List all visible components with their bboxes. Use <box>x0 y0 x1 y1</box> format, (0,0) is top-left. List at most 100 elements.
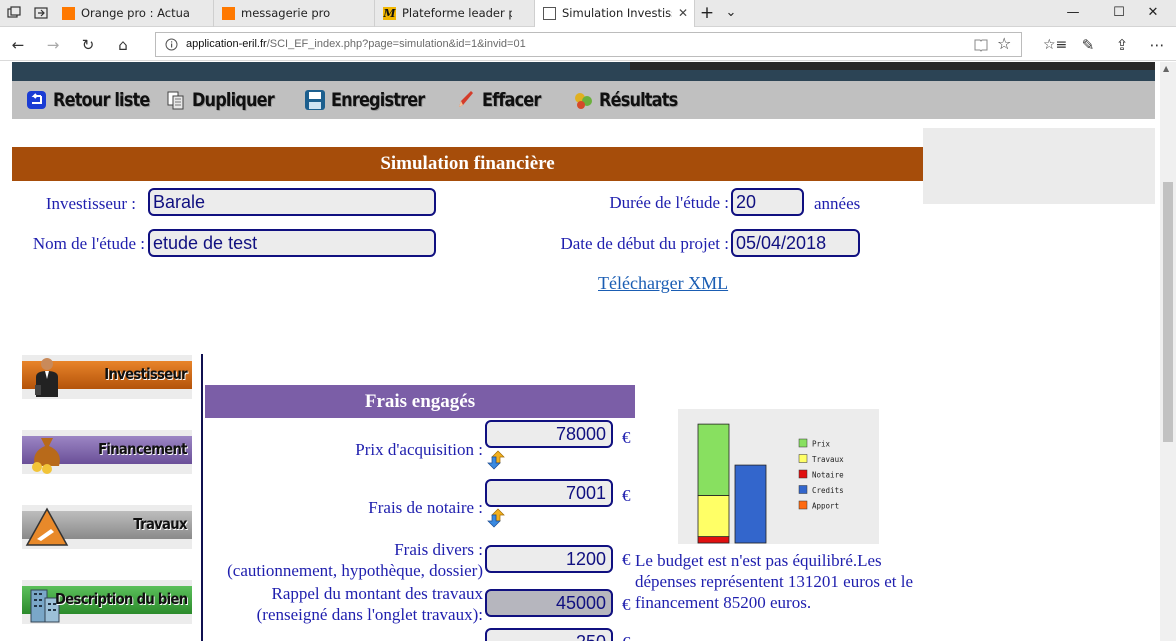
currency-symbol: € <box>622 595 631 614</box>
browser-tab-3[interactable]: M Plateforme leader pour vos <box>375 0 535 27</box>
browser-tab-1[interactable]: Orange pro : Actualités, Bou <box>54 0 214 27</box>
scrollbar-thumb[interactable] <box>1163 182 1173 442</box>
row-label-line: Frais divers : <box>394 540 483 559</box>
url-input[interactable]: application-eril.fr/SCI_EF_index.php?pag… <box>155 32 1022 57</box>
duplicate-icon <box>167 91 184 110</box>
frais-row-5-input[interactable]: 250 <box>485 628 613 641</box>
side-nav-label: Description du bien <box>54 590 188 608</box>
currency-symbol: € <box>622 428 631 447</box>
erase-button[interactable]: Effacer <box>455 86 551 114</box>
tab-label: Simulation Investisseme <box>562 6 672 20</box>
tab-label: messagerie pro <box>241 6 331 20</box>
close-tab-icon[interactable]: ✕ <box>678 0 688 27</box>
currency-symbol: € <box>622 486 631 505</box>
tab-list-chevron-icon[interactable]: ⌄ <box>720 0 742 27</box>
results-icon <box>575 93 592 109</box>
web-note-pen-icon[interactable]: ✎ <box>1078 35 1098 55</box>
back-to-list-button[interactable]: Retour liste <box>26 86 166 114</box>
bar-segment-credits <box>734 464 767 544</box>
duree-unit: années <box>814 194 861 213</box>
url-host: application-eril.fr <box>186 38 267 50</box>
refresh-icon[interactable]: ↻ <box>78 35 98 55</box>
more-menu-icon[interactable]: ⋯ <box>1147 35 1167 55</box>
bar-segment-prix <box>697 423 730 496</box>
orange-favicon-icon <box>222 7 235 20</box>
legend-label: Credits <box>812 486 844 495</box>
bar-segment-notaire <box>697 536 730 544</box>
back-arrow-icon[interactable]: ← <box>8 35 28 55</box>
side-nav-travaux[interactable]: Travaux <box>22 505 192 549</box>
currency-symbol: € <box>622 550 631 569</box>
page-favicon-icon <box>543 7 556 20</box>
legend-label: Prix <box>812 440 831 449</box>
home-icon[interactable]: ⌂ <box>113 35 133 55</box>
results-button[interactable]: Résultats <box>572 86 691 114</box>
set-aside-tabs-icon[interactable] <box>34 6 48 20</box>
toolbar-label: Dupliquer <box>192 89 275 111</box>
row-label-line: Rappel du montant des travaux <box>271 584 483 603</box>
date-debut-input[interactable]: 05/04/2018 <box>731 229 860 257</box>
favorite-star-icon[interactable]: ☆ <box>997 34 1011 53</box>
url-text: application-eril.fr/SCI_EF_index.php?pag… <box>186 33 526 56</box>
side-nav-investisseur[interactable]: Investisseur <box>22 355 192 399</box>
prix-acquisition-label: Prix d'acquisition : <box>355 439 483 460</box>
legend-label: Apport <box>812 502 839 511</box>
legend-label: Travaux <box>812 455 844 464</box>
save-button[interactable]: Enregistrer <box>304 86 441 114</box>
browser-tab-bar: Orange pro : Actualités, Bou messagerie … <box>0 0 1176 27</box>
browser-tab-2[interactable]: messagerie pro <box>214 0 375 27</box>
simulation-header: Simulation financière <box>12 147 923 181</box>
save-icon <box>305 90 325 110</box>
frais-divers-input[interactable]: 1200 <box>485 545 613 573</box>
legend-label: Notaire <box>812 471 844 480</box>
budget-chart-svg: Prix Travaux Notaire Credits Apport <box>697 423 844 544</box>
download-xml-link[interactable]: Télécharger XML <box>598 273 728 294</box>
row-label-line: (cautionnement, hypothèque, dossier) <box>227 561 483 580</box>
legend-swatch <box>798 469 808 479</box>
tab-label: Plateforme leader pour vos <box>402 6 512 20</box>
row-label-line: Frais de notaire : <box>368 498 483 517</box>
legend-swatch <box>798 485 808 494</box>
info-icon[interactable] <box>165 38 178 51</box>
budget-chart: Prix Travaux Notaire Credits Apport <box>678 409 879 544</box>
forward-arrow-icon[interactable]: → <box>43 35 63 55</box>
nom-etude-input[interactable]: etude de test <box>148 229 436 257</box>
minimize-button[interactable]: — <box>1050 0 1096 27</box>
investor-icon <box>35 358 58 397</box>
erase-icon <box>459 91 473 107</box>
favorites-hub-icon[interactable]: ☆≡ <box>1043 35 1067 55</box>
legend-swatch <box>798 454 808 463</box>
duree-label: Durée de l'étude : <box>609 193 729 212</box>
duplicate-button[interactable]: Dupliquer <box>165 86 288 114</box>
duree-input[interactable]: 20 <box>731 188 804 216</box>
reading-view-icon[interactable] <box>974 38 988 52</box>
row-label-line: Prix d'acquisition : <box>355 440 483 459</box>
side-nav-divider <box>201 354 203 641</box>
calc-arrows-icon[interactable] <box>485 508 507 528</box>
tab-actions-icon[interactable] <box>7 6 21 20</box>
nom-etude-label: Nom de l'étude : <box>32 234 145 253</box>
currency-symbol: € <box>622 633 631 641</box>
works-warning-icon <box>25 507 69 546</box>
close-window-button[interactable]: ✕ <box>1130 0 1176 27</box>
toolbar-label: Résultats <box>599 89 678 111</box>
side-nav-label: Travaux <box>133 515 188 533</box>
calc-arrows-icon[interactable] <box>485 450 507 470</box>
date-debut-label: Date de début du projet : <box>560 234 729 253</box>
url-path: /SCI_EF_index.php?page=simulation&id=1&i… <box>266 38 526 50</box>
row-label-line: (renseigné dans l'onglet travaux): <box>256 605 483 624</box>
prix-acquisition-input[interactable]: 78000 <box>485 420 613 448</box>
browser-tab-active[interactable]: Simulation Investisseme ✕ <box>535 0 695 27</box>
investisseur-input[interactable]: Barale <box>148 188 436 216</box>
montant-travaux-label: Rappel du montant des travaux (renseigné… <box>257 583 483 625</box>
share-icon[interactable]: ⇪ <box>1112 35 1132 55</box>
toolbar-label: Effacer <box>482 89 541 111</box>
scroll-up-arrow-icon[interactable]: ▲ <box>1163 64 1169 73</box>
frais-notaire-input[interactable]: 7001 <box>485 479 613 507</box>
vertical-scrollbar[interactable]: ▲ <box>1160 62 1176 641</box>
side-nav-financement[interactable]: Financement <box>22 430 192 474</box>
top-banner-dark-strip <box>630 62 1155 70</box>
side-nav-description-bien[interactable]: Description du bien <box>22 580 192 624</box>
new-tab-button[interactable]: + <box>696 0 718 27</box>
toolbar-label: Enregistrer <box>331 89 425 111</box>
